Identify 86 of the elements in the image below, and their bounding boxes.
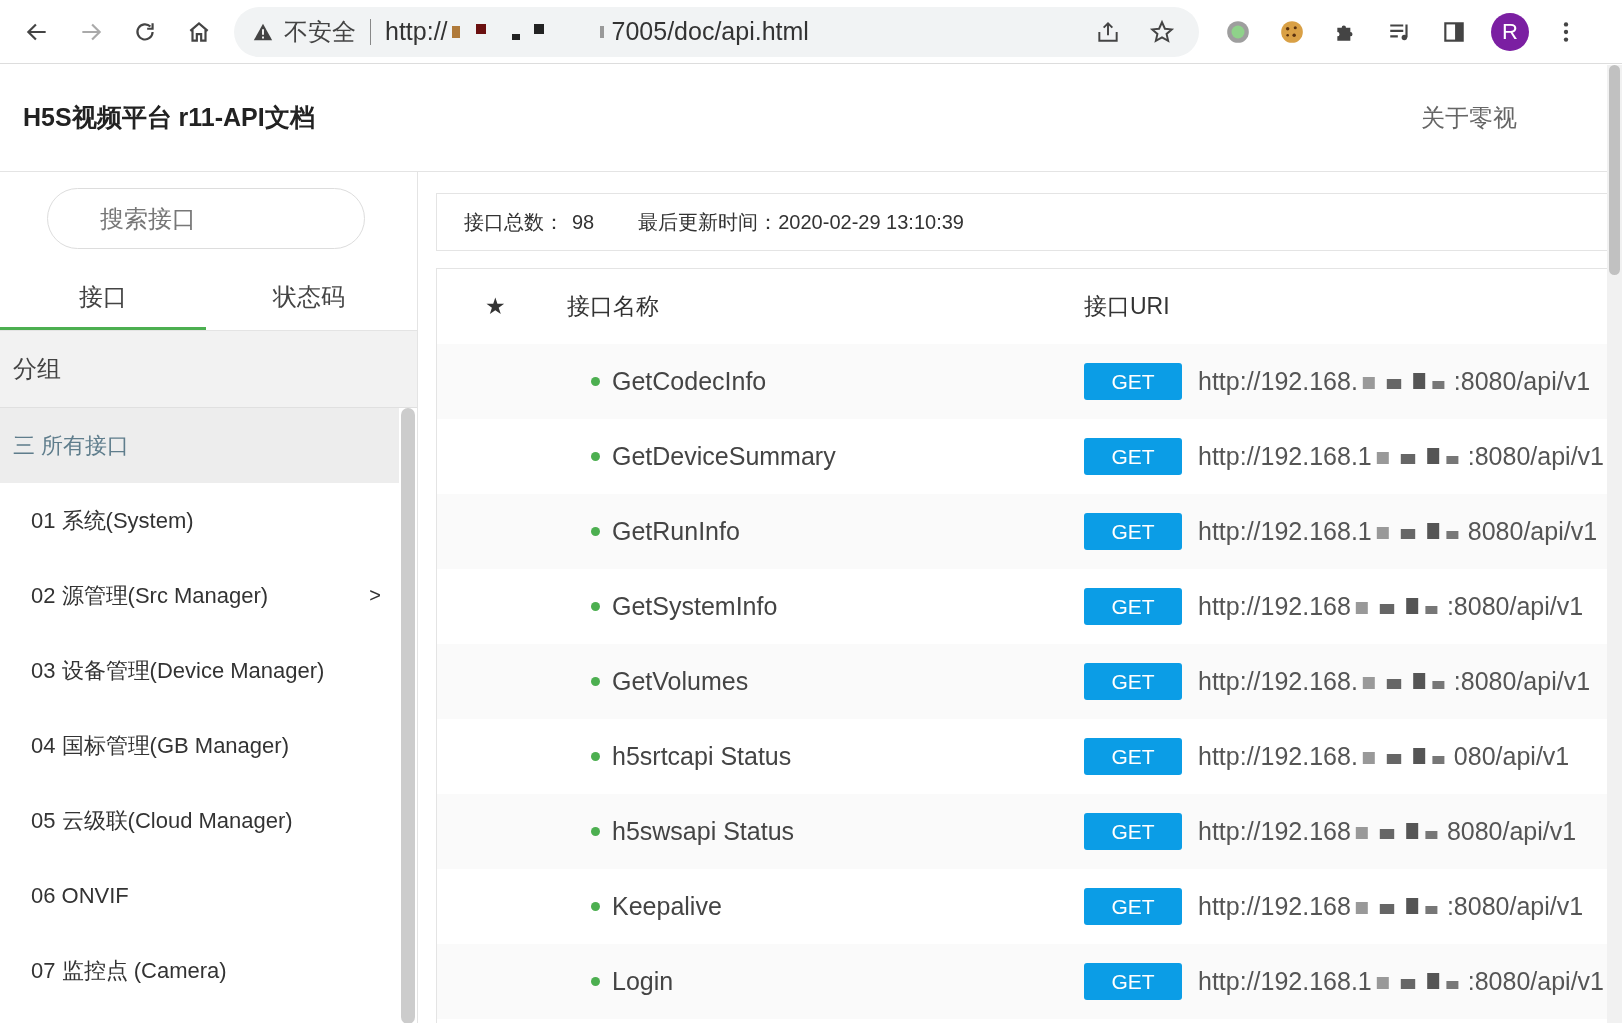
status-dot (591, 902, 600, 911)
updated-label: 最后更新时间： (638, 209, 779, 235)
group-item[interactable]: 01 系统(System) (0, 483, 399, 558)
uri-text: http://192.168 (1198, 592, 1351, 621)
group-item[interactable]: 07 监控点 (Camera) (0, 933, 399, 1008)
scrollbar[interactable] (401, 408, 415, 1023)
api-name: Keepalive (612, 892, 722, 921)
uri-text: http://192.168. (1198, 667, 1358, 696)
uri-text: http://192.168.1 (1198, 517, 1372, 546)
status-dot (591, 452, 600, 461)
search-field[interactable]: 搜索接口 (47, 188, 365, 249)
status-dot (591, 602, 600, 611)
method-badge: GET (1084, 513, 1182, 550)
table-row[interactable]: GetVolumes GET http://192.168. :8080/api/v1 (437, 644, 1608, 719)
method-badge: GET (1084, 438, 1182, 475)
status-dot (591, 827, 600, 836)
uri-text: :8080/api/v1 (1446, 592, 1584, 621)
api-name: Login (612, 967, 674, 996)
table-row[interactable]: Login GET http://192.168.1 :8080/api/v1 (437, 944, 1608, 1019)
page-title: H5S视频平台 r11-API文档 (23, 102, 315, 133)
expand-arrow: > (369, 584, 381, 607)
method-badge: GET (1084, 588, 1182, 625)
method-badge: GET (1084, 738, 1182, 775)
method-badge: GET (1084, 813, 1182, 850)
group-item[interactable]: 05 云级联(Cloud Manager) (0, 783, 399, 858)
uri-text: :8080/api/v1 (1446, 892, 1584, 921)
uri-text: 8080/api/v1 (1467, 517, 1598, 546)
group-item[interactable]: 02 源管理(Src Manager) > (0, 558, 399, 633)
url-text: 7005/doc/api.html (611, 17, 809, 46)
about-link[interactable]: 关于零视 (1421, 101, 1517, 134)
column-header: 接口URI (1084, 292, 1171, 321)
url-text: http:// (385, 17, 448, 46)
table-row[interactable]: GetSystemInfo GET http://192.168 :8080/api/v1 (437, 569, 1608, 644)
group-item[interactable]: 三 所有接口 (0, 408, 399, 483)
table-row[interactable]: GetCodecInfo GET http://192.168. :8080/api/v1 (437, 344, 1608, 419)
method-badge: GET (1084, 363, 1182, 400)
uri-text: 8080/api/v1 (1446, 817, 1577, 846)
status-dot (591, 752, 600, 761)
list-icon: 三 (13, 430, 35, 461)
sidebar-tab[interactable]: 状态码 (206, 269, 412, 330)
updated-value: 2020-02-29 13:10:39 (778, 210, 964, 234)
uri-text: :8080/api/v1 (1467, 442, 1604, 471)
method-badge: GET (1084, 888, 1182, 925)
uri-text: http://192.168. (1198, 742, 1358, 771)
method-badge: GET (1084, 963, 1182, 1000)
uri-text: http://192.168.1 (1198, 442, 1372, 471)
method-badge: GET (1084, 663, 1182, 700)
api-name: GetVolumes (612, 667, 749, 696)
group-item[interactable]: 04 国标管理(GB Manager) (0, 708, 399, 783)
uri-text: 080/api/v1 (1453, 742, 1570, 771)
api-name: h5srtcapi Status (612, 742, 792, 771)
table-row[interactable]: h5srtcapi Status GET http://192.168. 080/api/v1 (437, 719, 1608, 794)
uri-text: :8080/api/v1 (1453, 367, 1591, 396)
address-bar[interactable]: 不安全 http:// 7005/doc/api.html (234, 6, 1199, 57)
cookie-icon[interactable] (1279, 18, 1305, 45)
group-item[interactable]: 03 设备管理(Device Manager) (0, 633, 399, 708)
column-header: 接口名称 (566, 292, 660, 321)
table-row[interactable]: h5swsapi Status GET http://192.168 8080/api/v1 (437, 794, 1608, 869)
uri-text: http://192.168.1 (1198, 967, 1372, 996)
extension-icon[interactable] (1225, 18, 1251, 45)
count-value: 98 (572, 210, 595, 234)
api-name: h5swsapi Status (612, 817, 795, 846)
security-label: 不安全 (284, 16, 356, 47)
uri-text: http://192.168 (1198, 892, 1351, 921)
api-name: GetRunInfo (612, 517, 740, 546)
api-name: GetDeviceSummary (612, 442, 836, 471)
status-dot (591, 527, 600, 536)
status-dot (591, 677, 600, 686)
uri-text: :8080/api/v1 (1467, 967, 1604, 996)
count-label: 接口总数： (464, 209, 564, 235)
table-row[interactable]: GetDeviceSummary GET http://192.168.1 :8080/api/v1 (437, 419, 1608, 494)
scrollbar[interactable] (1607, 65, 1622, 1023)
api-name: GetCodecInfo (612, 367, 767, 396)
table-row[interactable]: GetRunInfo GET http://192.168.1 8080/api/v1 (437, 494, 1608, 569)
uri-text: http://192.168 (1198, 817, 1351, 846)
status-dot (591, 377, 600, 386)
star-icon[interactable] (1149, 18, 1175, 45)
api-name: GetSystemInfo (612, 592, 778, 621)
status-dot (591, 977, 600, 986)
profile-avatar[interactable]: R (1491, 12, 1529, 51)
column-header: ★ (483, 293, 507, 320)
uri-text: :8080/api/v1 (1453, 667, 1591, 696)
group-item[interactable]: 06 ONVIF (0, 858, 399, 933)
uri-text: http://192.168. (1198, 367, 1358, 396)
group-heading: 分组 (0, 331, 417, 408)
table-row[interactable]: Keepalive GET http://192.168 :8080/api/v1 (437, 869, 1608, 944)
